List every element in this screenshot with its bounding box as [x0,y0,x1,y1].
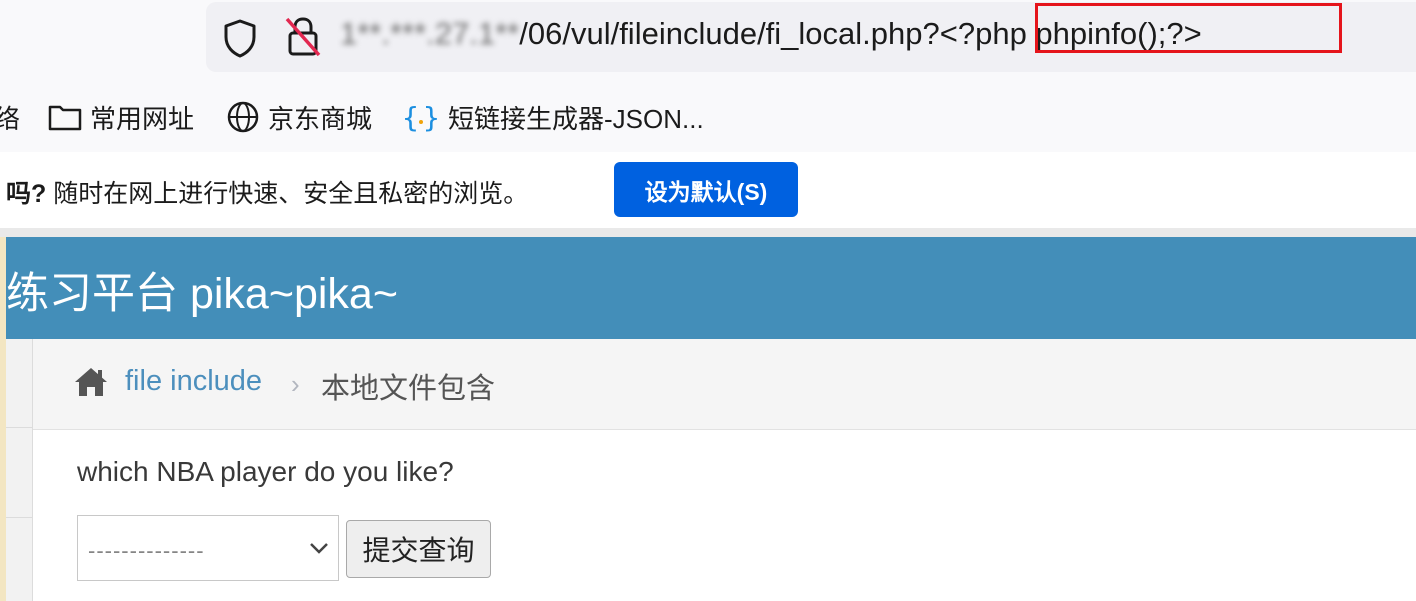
svg-text:{: { [402,101,419,134]
bookmark-partial[interactable]: 络 [0,82,20,152]
bookmarks-bar: 络 常用网址 京东商城 { } 短链接生成器-JSON... [0,82,1416,152]
bookmark-shortlink[interactable]: { } 短链接生成器-JSON... [402,82,704,152]
submit-button[interactable]: 提交查询 [346,520,491,578]
select-value: -------------- [88,538,205,563]
insecure-lock-icon[interactable] [284,16,322,58]
url-path: /06/vul/fileinclude/fi_local.php? [519,16,940,51]
shield-icon[interactable] [222,18,258,58]
player-select[interactable]: -------------- [77,515,339,581]
breadcrumb: file include › 本地文件包含 [33,339,1416,430]
bookmark-label: 京东商城 [268,103,373,134]
bookmark-jd[interactable]: 京东商城 [226,82,372,152]
toolbar: 1**.***.27.1**/06/vul/fileinclude/fi_loc… [0,0,1416,82]
sidebar-divider [6,427,32,428]
browser-window: 1**.***.27.1**/06/vul/fileinclude/fi_loc… [0,0,1416,601]
site-title[interactable]: 练习平台 pika~pika~ [6,259,398,321]
braces-icon: { } [402,101,440,134]
chevron-down-icon [310,543,328,554]
bookmark-label: 短链接生成器-JSON... [448,103,704,134]
bookmark-label: 络 [0,103,21,134]
breadcrumb-separator: › [291,369,300,399]
url-host: 1**.***.27.1** [340,16,520,51]
bookmark-folder[interactable]: 常用网址 [48,82,194,152]
divider [0,228,1416,237]
sidebar [6,339,33,601]
set-default-button[interactable]: 设为默认(S) [614,162,798,217]
home-icon [75,368,107,396]
notification-message: 随时在网上进行快速、安全且私密的浏览。 [46,180,529,208]
bookmark-label: 常用网址 [90,103,195,134]
default-browser-notification: 吗? 随时在网上进行快速、安全且私密的浏览。 设为默认(S) [0,152,1416,229]
notification-question: 吗? [6,180,47,208]
annotation-highlight-box [1035,3,1342,53]
notification-text: 吗? 随时在网上进行快速、安全且私密的浏览。 [6,174,528,210]
folder-icon [48,105,82,131]
form-question: which NBA player do you like? [77,456,454,487]
globe-icon [227,101,259,133]
site-header: 练习平台 pika~pika~ [6,237,1416,339]
svg-text:}: } [423,101,440,134]
sidebar-divider [6,517,32,518]
breadcrumb-link[interactable]: file include [125,365,262,398]
breadcrumb-current: 本地文件包含 [321,373,496,405]
